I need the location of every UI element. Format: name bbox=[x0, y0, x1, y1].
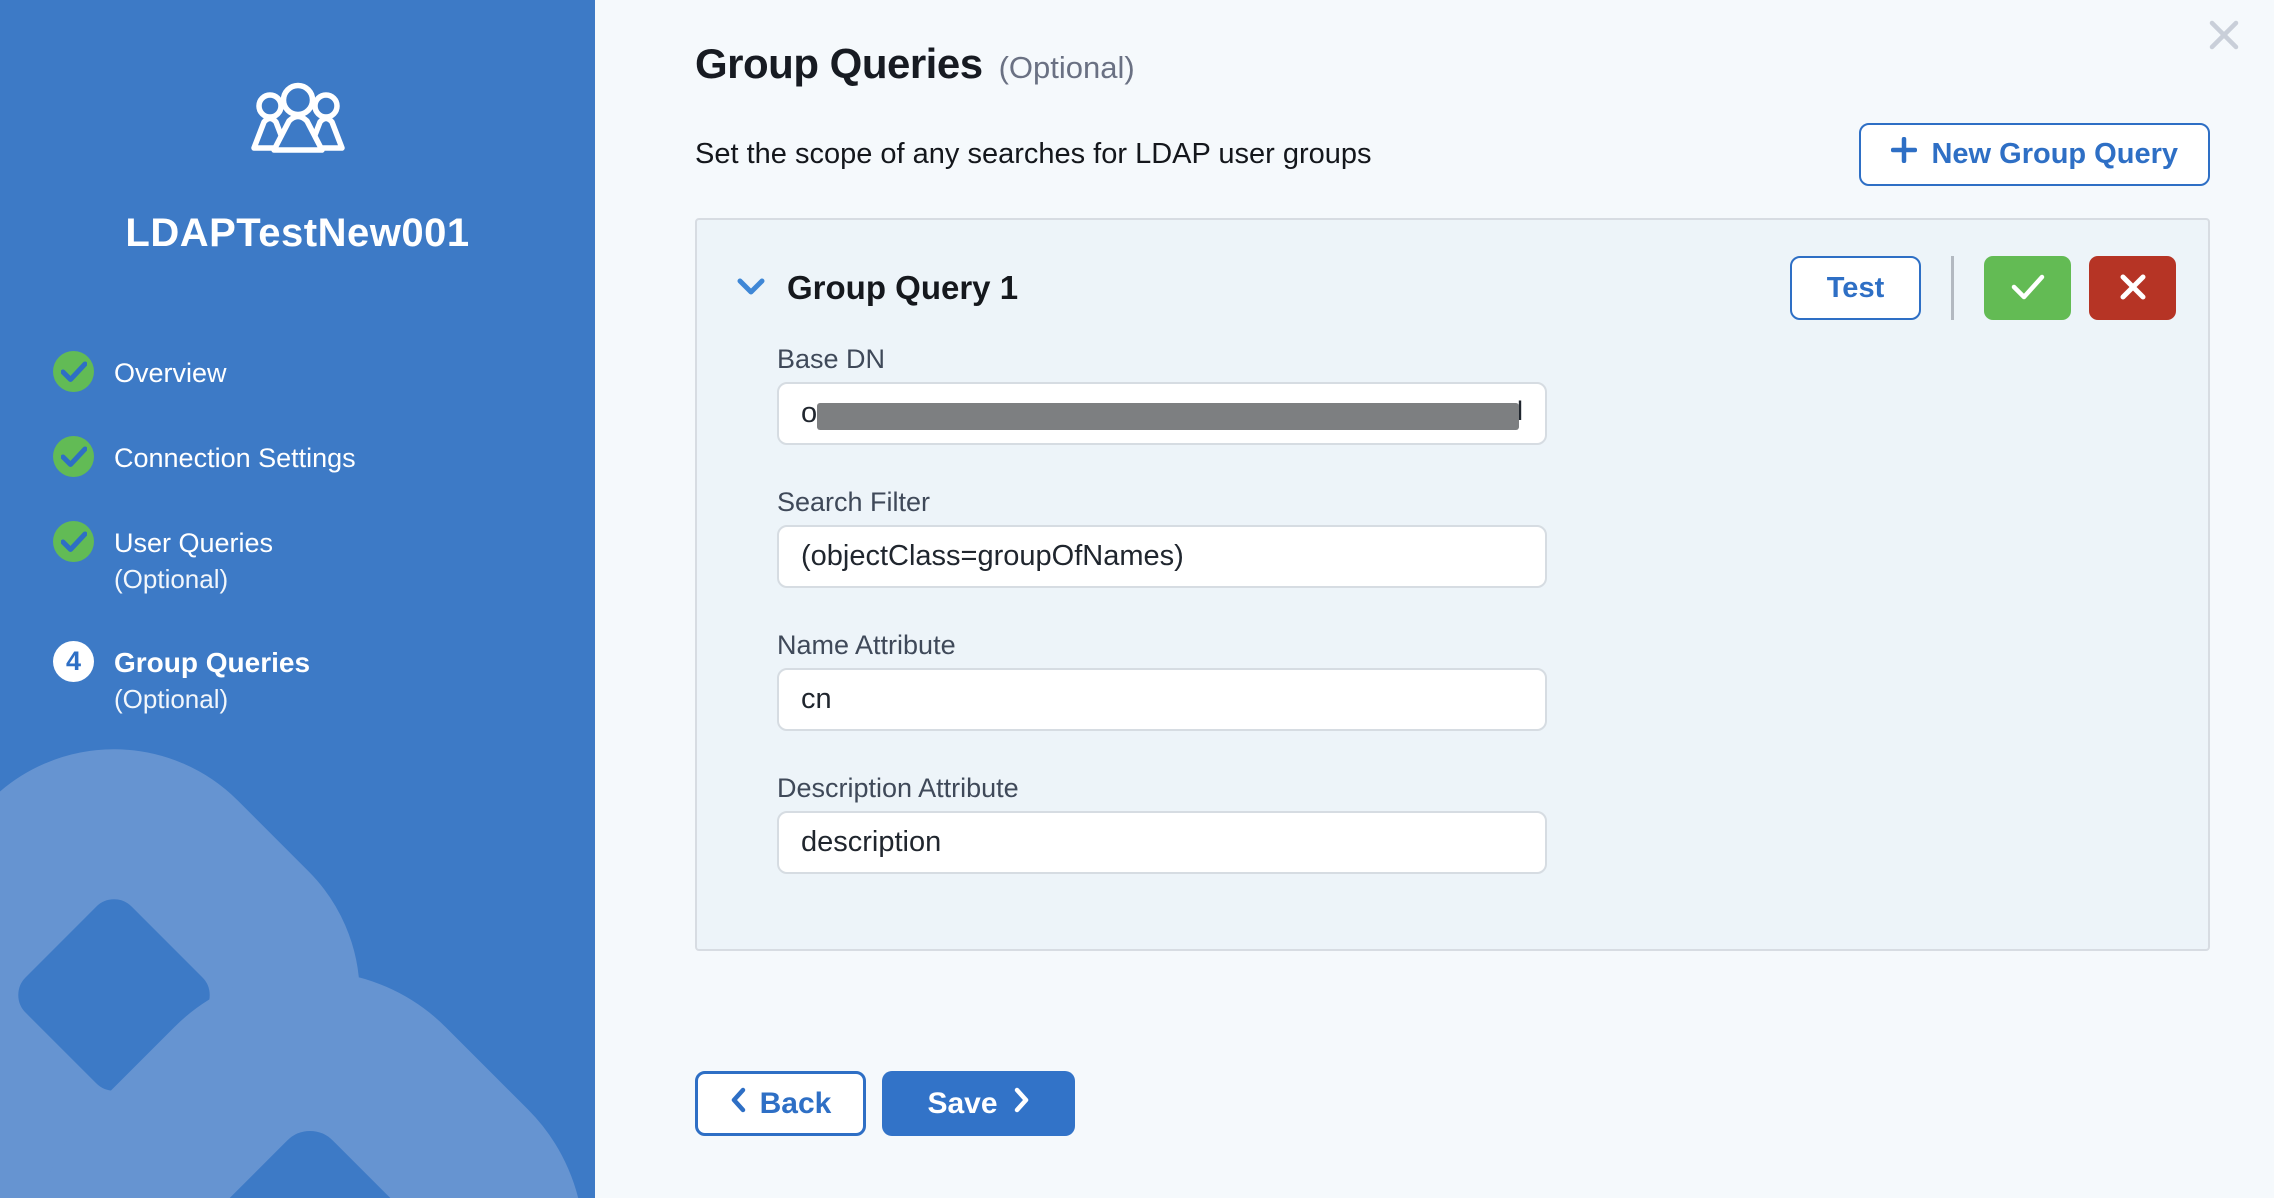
group-query-panel: Group Query 1 Test bbox=[695, 218, 2210, 951]
step-content: Group Queries (Optional) Set the scope o… bbox=[595, 0, 2274, 1198]
chevron-right-icon bbox=[1014, 1087, 1030, 1121]
page-header: Group Queries (Optional) bbox=[695, 40, 2210, 88]
group-query-fields: Base DN , , , , l Search Filter Name Att… bbox=[777, 344, 1547, 874]
step-number-badge: 4 bbox=[53, 641, 94, 682]
chevron-down-icon bbox=[737, 278, 765, 299]
back-button[interactable]: Back bbox=[695, 1071, 866, 1136]
step-complete-icon bbox=[53, 521, 94, 562]
page-title-optional: (Optional) bbox=[999, 50, 1135, 86]
sidebar-step-user-queries[interactable]: User Queries (Optional) bbox=[53, 521, 565, 597]
group-query-header: Group Query 1 Test bbox=[737, 254, 2176, 322]
collapse-toggle[interactable] bbox=[737, 278, 765, 299]
step-label: Group Queries bbox=[114, 644, 310, 682]
x-icon bbox=[2118, 272, 2148, 305]
connector-brand: LDAPTestNew001 bbox=[0, 82, 595, 256]
step-sublabel: (Optional) bbox=[114, 562, 273, 597]
close-icon bbox=[2207, 40, 2241, 55]
check-icon bbox=[2010, 273, 2046, 304]
chevron-left-icon bbox=[730, 1087, 746, 1121]
name-attribute-label: Name Attribute bbox=[777, 630, 1547, 660]
step-label: Overview bbox=[114, 354, 227, 392]
test-button[interactable]: Test bbox=[1790, 256, 1921, 320]
button-divider bbox=[1951, 256, 1954, 320]
delete-query-button[interactable] bbox=[2089, 256, 2176, 320]
step-sublabel: (Optional) bbox=[114, 682, 310, 717]
ldap-wizard-modal: LDAPTestNew001 Overview bbox=[0, 0, 2274, 1198]
wizard-steps: Overview Connection Settings bbox=[53, 351, 565, 761]
connector-name: LDAPTestNew001 bbox=[0, 211, 595, 256]
step-label: User Queries bbox=[114, 524, 273, 562]
back-label: Back bbox=[760, 1087, 832, 1121]
plus-icon bbox=[1891, 137, 1917, 171]
group-query-title: Group Query 1 bbox=[787, 269, 1018, 307]
search-filter-input[interactable] bbox=[777, 525, 1547, 588]
new-group-query-label: New Group Query bbox=[1931, 138, 2178, 171]
name-attribute-input[interactable] bbox=[777, 668, 1547, 731]
sidebar-step-overview[interactable]: Overview bbox=[53, 351, 565, 392]
redacted-value-bar bbox=[817, 403, 1519, 430]
step-complete-icon bbox=[53, 436, 94, 477]
user-group-icon bbox=[245, 82, 351, 163]
sidebar-step-connection-settings[interactable]: Connection Settings bbox=[53, 436, 565, 477]
page-subtitle: Set the scope of any searches for LDAP u… bbox=[695, 138, 1372, 171]
save-button[interactable]: Save bbox=[882, 1071, 1075, 1136]
base-dn-field: , , , , l bbox=[777, 382, 1547, 445]
sidebar-step-group-queries[interactable]: 4 Group Queries (Optional) bbox=[53, 641, 565, 717]
description-attribute-input[interactable] bbox=[777, 811, 1547, 874]
wizard-sidebar: LDAPTestNew001 Overview bbox=[0, 0, 595, 1198]
description-attribute-label: Description Attribute bbox=[777, 773, 1547, 803]
wizard-actions: Back Save bbox=[695, 1071, 2210, 1136]
base-dn-label: Base DN bbox=[777, 344, 1547, 374]
step-label: Connection Settings bbox=[114, 439, 356, 477]
step-complete-icon bbox=[53, 351, 94, 392]
save-label: Save bbox=[927, 1087, 997, 1121]
close-button[interactable] bbox=[2206, 18, 2242, 54]
confirm-query-button[interactable] bbox=[1984, 256, 2071, 320]
search-filter-label: Search Filter bbox=[777, 487, 1547, 517]
page-title: Group Queries bbox=[695, 40, 983, 88]
new-group-query-button[interactable]: New Group Query bbox=[1859, 123, 2210, 186]
